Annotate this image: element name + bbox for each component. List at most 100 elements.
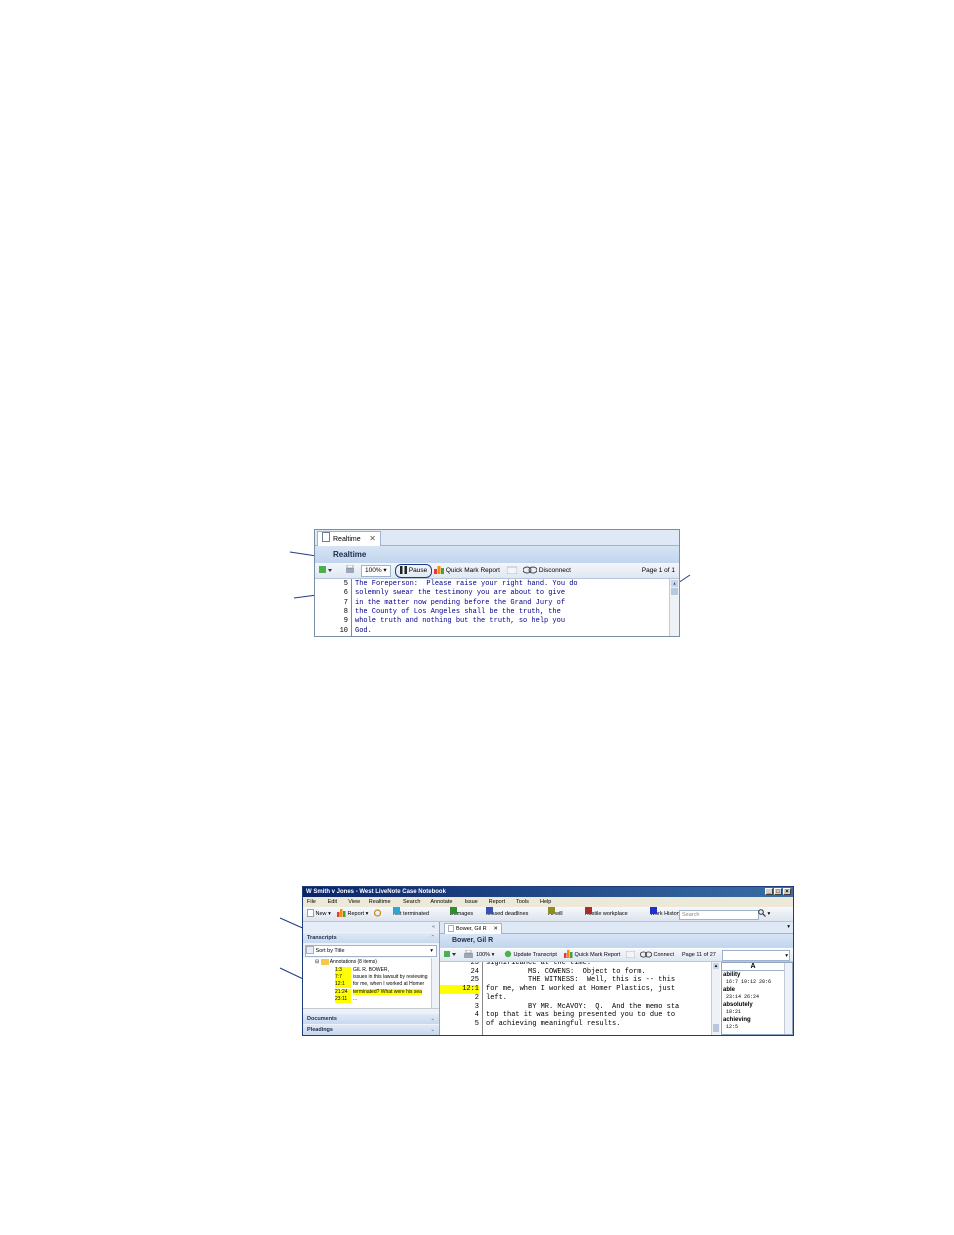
wordlist-search-input[interactable]: ▾ (722, 950, 790, 961)
maximize-button[interactable]: □ (774, 888, 782, 895)
transcript-line: the County of Los Angeles shall be the t… (355, 607, 561, 616)
tab-list-dropdown-icon[interactable]: ▾ (787, 922, 790, 933)
documents-header[interactable]: Documents ⌄ (303, 1014, 439, 1024)
highlight-dropdown-button[interactable] (444, 949, 456, 961)
zoom-select[interactable]: 100% ▾ (476, 949, 494, 961)
collapse-pane-icon[interactable]: « (432, 922, 435, 932)
highlighter-icon (319, 566, 332, 573)
print-button[interactable] (345, 563, 355, 578)
annotation-item[interactable]: 21:24 terminated? What were his sea (335, 988, 422, 996)
sort-select[interactable]: Sort by Title ▾ (305, 945, 437, 957)
realtime-title: Realtime (315, 546, 679, 563)
sync-button[interactable] (373, 907, 382, 921)
word-index-word[interactable]: achieving (723, 1017, 751, 1023)
pause-button[interactable]: Pause (395, 564, 433, 578)
menu-item-view[interactable]: View (348, 897, 360, 907)
zoom-value: 100% (365, 567, 382, 574)
menu-item-issue[interactable]: Issue (465, 897, 478, 907)
menu-item-search[interactable]: Search (403, 897, 420, 907)
issue-button[interactable]: Hostile workplace (584, 907, 628, 921)
menu-item-edit[interactable]: Edit (328, 897, 337, 907)
issue-color-icon (584, 907, 592, 914)
search-button[interactable]: ▾ (758, 907, 770, 921)
line-number: 8 (343, 607, 348, 616)
issue-button[interactable]: At will (548, 907, 563, 921)
scroll-up-arrow-icon[interactable]: ▴ (713, 963, 719, 969)
word-index-scrollbar[interactable] (784, 963, 792, 1034)
annotation-ref: 21:24 (335, 988, 351, 996)
quick-mark-report-button[interactable]: Quick Mark Report (564, 949, 620, 961)
connect-button[interactable]: Connect (640, 949, 674, 961)
issue-button[interactable]: Not terminated (393, 907, 429, 921)
transcripts-header[interactable]: Transcripts ⌃ (303, 933, 439, 943)
menu-item-help[interactable]: Help (540, 897, 551, 907)
word-index-word[interactable]: ability (723, 972, 740, 978)
folder-button[interactable] (507, 563, 517, 578)
print-button[interactable] (464, 949, 473, 961)
issue-color-icon (649, 907, 657, 914)
line-number: 6 (343, 589, 348, 598)
transcript-text[interactable]: 23 significance at the time. 24 MS. COWENS… (440, 962, 712, 1035)
annotation-tree: ⊟ Annotations (8 items) 1:3 GIL R. BOWER,… (303, 958, 439, 1008)
menu-item-realtime[interactable]: Realtime (369, 897, 391, 907)
zoom-select[interactable]: 100% ▾ (361, 565, 391, 577)
pleadings-header[interactable]: Pleadings ⌄ (303, 1025, 439, 1035)
refresh-icon (373, 909, 382, 917)
vertical-scrollbar[interactable]: ▴ (669, 579, 679, 636)
word-index-refs: 12:5 (726, 1024, 739, 1030)
annotation-ref: 1:3 (335, 967, 351, 974)
annotation-ref: 7:7 (335, 974, 351, 982)
disconnect-button[interactable]: Disconnect (523, 563, 571, 578)
scroll-thumb[interactable] (713, 1024, 719, 1032)
word-index-word[interactable]: able (723, 987, 735, 993)
transcript-pane: Bower, Gil R ✕ ▾ Bower, Gil R 100% ▾ Upd… (440, 922, 793, 1035)
annotation-item[interactable]: 7:7 issues in this lawsuit by reviewing (335, 974, 427, 982)
close-tab-icon[interactable]: ✕ (369, 532, 376, 546)
transcript-line: God. (355, 626, 372, 635)
highlighter-icon (444, 951, 456, 957)
scroll-thumb[interactable] (671, 588, 678, 595)
minimize-button[interactable]: _ (765, 888, 773, 895)
transcript-toolbar: 100% ▾ Update Transcript Quick Mark Repo… (440, 949, 793, 962)
line-number: 2 (474, 993, 479, 1002)
menu-item-tools[interactable]: Tools (516, 897, 529, 907)
report-button[interactable]: Report ▾ (337, 907, 368, 921)
update-transcript-button[interactable]: Update Transcript (504, 949, 557, 961)
issue-button[interactable]: Missed deadlines (485, 907, 528, 921)
chevron-up-icon: ⌃ (430, 935, 435, 941)
transcript-line: in the matter now pending before the Gra… (355, 598, 566, 607)
annotations-folder[interactable]: ⊟ Annotations (8 items) (315, 959, 377, 966)
issue-button[interactable]: Damages (449, 907, 473, 921)
close-tab-icon[interactable]: ✕ (493, 924, 498, 934)
search-input[interactable]: Search (679, 910, 759, 920)
window-title: Smith v Jones - West LiveNote Case Noteb… (313, 889, 446, 895)
tree-vertical-scrollbar[interactable] (431, 958, 439, 1008)
annotation-ref: 23:11 (335, 995, 351, 1003)
annotation-item[interactable]: 12:1 for me, when I worked at Homer (335, 981, 424, 989)
folder-button[interactable] (626, 949, 635, 961)
annotation-item[interactable]: 1:3 GIL R. BOWER, (335, 967, 389, 974)
annotation-text: GIL R. BOWER, (353, 967, 389, 973)
line-number: 24 (470, 967, 479, 976)
line-number: 5 (474, 1019, 479, 1028)
realtime-transcript[interactable]: 5 The Foreperson: Please raise your right… (315, 579, 679, 636)
menu-item-report[interactable]: Report (489, 897, 506, 907)
transcript-scrollbar[interactable]: ▴ (711, 962, 720, 1035)
menu-item-annotate[interactable]: Annotate (430, 897, 452, 907)
tab-realtime[interactable]: Realtime ✕ (317, 531, 381, 546)
document-tab-bar: Bower, Gil R ✕ ▾ (440, 922, 793, 934)
highlight-dropdown-button[interactable] (319, 563, 333, 578)
transcripts-header-label: Transcripts (307, 935, 337, 941)
quick-mark-report-button[interactable]: Quick Mark Report (434, 563, 500, 578)
close-window-button[interactable]: × (783, 888, 791, 895)
line-number: 25 (470, 976, 479, 985)
annotation-item[interactable]: 23:11... (335, 995, 357, 1003)
tab-bower-gil-r[interactable]: Bower, Gil R ✕ (444, 923, 502, 934)
menu-item-file[interactable]: File (307, 897, 316, 907)
scroll-up-arrow-icon[interactable]: ▴ (671, 580, 678, 587)
issue-button[interactable]: Work History (649, 907, 681, 921)
new-button[interactable]: New ▾ (307, 907, 331, 921)
transcript-line: BY MR. McAVOY: Q. And the memo sta (486, 1002, 680, 1011)
update-label: Update Transcript (513, 952, 557, 958)
word-index-word[interactable]: absolutely (723, 1002, 753, 1008)
